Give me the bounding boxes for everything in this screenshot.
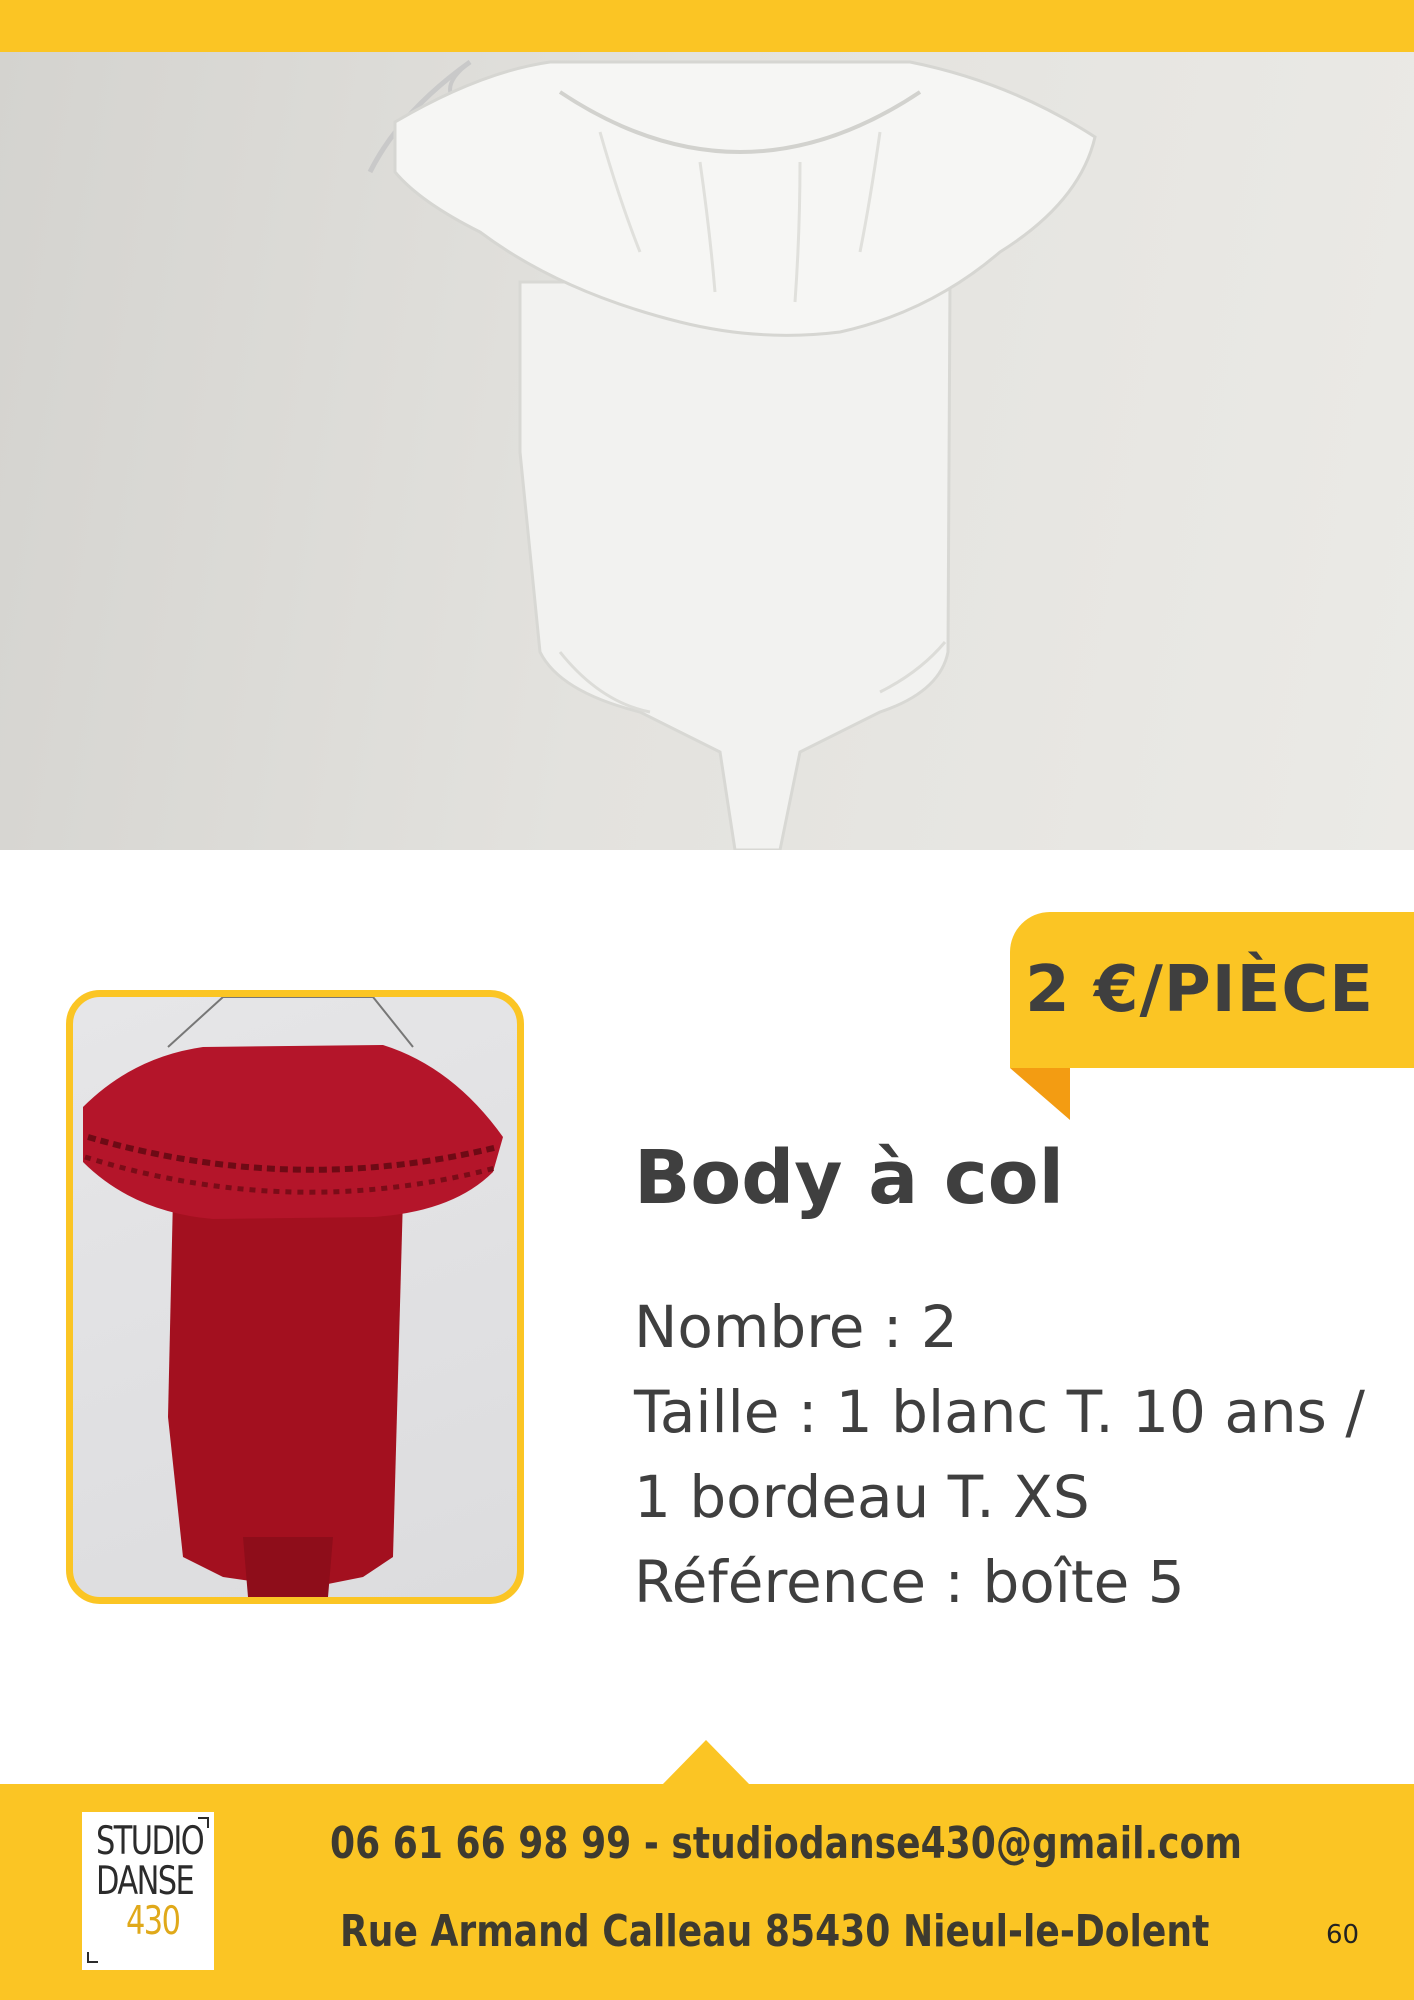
detail-size: Taille : 1 blanc T. 10 ans / (634, 1378, 1365, 1446)
price-tag-fold (1010, 1068, 1070, 1120)
contact-line: 06 61 66 98 99 - studiodanse430@gmail.co… (330, 1818, 1242, 1869)
detail-count: Nombre : 2 (634, 1293, 958, 1361)
hero-product-photo (0, 52, 1414, 850)
studio-logo: STUDIO DANSE 430 (82, 1812, 214, 1970)
red-bodysuit-illustration (83, 997, 503, 1597)
detail-reference: Référence : boîte 5 (634, 1548, 1185, 1616)
logo-line-number: 430 (126, 1899, 181, 1944)
detail-size-cont: 1 bordeau T. XS (634, 1463, 1090, 1531)
price-tag: 2 €/PIÈCE (1010, 912, 1414, 1068)
address-line: Rue Armand Calleau 85430 Nieul-le-Dolent (340, 1906, 1210, 1957)
top-accent-bar (0, 0, 1414, 52)
thumbnail-product-photo (66, 990, 524, 1604)
white-bodysuit-illustration (367, 59, 1097, 850)
item-title: Body à col (634, 1135, 1064, 1221)
price-label: 2 €/PIÈCE (1025, 953, 1374, 1027)
item-details: Nombre : 2 Taille : 1 blanc T. 10 ans / … (634, 1285, 1394, 1625)
logo-line-studio: STUDIO (96, 1819, 205, 1864)
logo-line-danse: DANSE (96, 1859, 195, 1904)
page-number: 60 (1326, 1920, 1360, 1950)
footer-notch (662, 1740, 750, 1785)
